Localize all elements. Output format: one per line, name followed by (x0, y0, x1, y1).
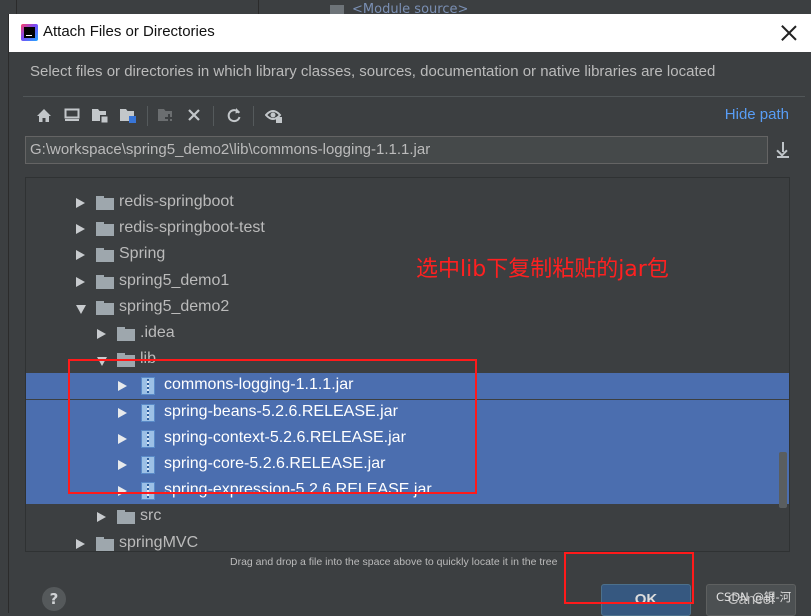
new-folder-icon[interactable] (155, 104, 177, 126)
tree-item-label: redis-springboot-test (119, 219, 265, 237)
highlight-ok-button (564, 552, 694, 604)
toolbar-separator (213, 106, 214, 126)
folder-icon (330, 4, 344, 15)
tree-item-label: src (140, 507, 162, 525)
folder-icon (96, 536, 114, 551)
expand-arrow-icon[interactable] (97, 329, 106, 339)
hide-path-link[interactable]: Hide path (725, 106, 789, 123)
divider (23, 96, 805, 97)
desktop-icon[interactable] (61, 104, 83, 126)
delete-icon[interactable] (183, 104, 205, 126)
expand-arrow-icon[interactable] (76, 538, 85, 549)
annotation-text: 选中lib下复制粘贴的jar包 (416, 257, 669, 282)
tree-folder-row[interactable]: spring5_demo2 (26, 295, 789, 321)
tree-item-label: Spring (119, 245, 166, 263)
expand-arrow-icon[interactable] (76, 276, 85, 287)
folder-icon (96, 300, 114, 315)
tree-item-label: spring5_demo2 (119, 297, 230, 315)
attach-files-dialog: Attach Files or Directories Select files… (8, 14, 811, 616)
file-chooser-toolbar (33, 104, 333, 128)
help-button[interactable]: ? (42, 587, 66, 611)
expand-arrow-icon[interactable] (76, 224, 85, 235)
expand-arrow-icon[interactable] (76, 250, 85, 261)
folder-icon (96, 274, 114, 289)
folder-icon (96, 222, 114, 237)
dialog-description: Select files or directories in which lib… (30, 63, 716, 80)
tree-item-label: .idea (140, 324, 175, 341)
folder-icon (96, 248, 114, 263)
project-icon[interactable] (89, 104, 111, 126)
expand-arrow-icon[interactable] (76, 198, 85, 208)
close-icon[interactable] (776, 20, 802, 46)
dialog-titlebar: Attach Files or Directories (9, 14, 811, 52)
dialog-title: Attach Files or Directories (43, 23, 215, 40)
tree-folder-row[interactable]: redis-springboot-test (26, 216, 789, 242)
expand-arrow-icon[interactable] (97, 512, 106, 523)
tree-folder-row[interactable]: src (26, 504, 789, 530)
tree-item-label: redis-springboot (119, 193, 234, 210)
folder-icon (117, 327, 135, 341)
highlight-selected-jars (68, 359, 477, 494)
tree-folder-row[interactable]: spring5_demo1 (26, 269, 789, 295)
folder-icon (117, 510, 135, 525)
download-icon[interactable] (773, 140, 793, 160)
tree-folder-row[interactable]: redis-springboot (26, 190, 789, 216)
tree-scrollbar-thumb[interactable] (779, 452, 787, 508)
tree-folder-row[interactable]: Spring (26, 242, 789, 268)
watermark: CSDN @银-河 (716, 590, 792, 604)
home-icon[interactable] (33, 104, 55, 126)
refresh-icon[interactable] (223, 104, 245, 126)
tree-folder-row[interactable]: springMVC (26, 531, 789, 551)
module-icon[interactable] (117, 104, 139, 126)
show-hidden-icon[interactable] (263, 104, 285, 126)
tree-folder-row[interactable]: .idea (26, 321, 789, 347)
toolbar-separator (147, 106, 148, 126)
collapse-arrow-icon[interactable] (76, 304, 86, 314)
folder-icon (96, 196, 114, 210)
tree-item-label: spring5_demo1 (119, 271, 230, 289)
toolbar-separator (253, 106, 254, 126)
path-input[interactable]: G:\workspace\spring5_demo2\lib\commons-l… (25, 136, 768, 164)
intellij-icon (21, 24, 38, 41)
tree-item-label: springMVC (119, 533, 199, 551)
drag-drop-hint: Drag and drop a file into the space abov… (230, 556, 558, 568)
